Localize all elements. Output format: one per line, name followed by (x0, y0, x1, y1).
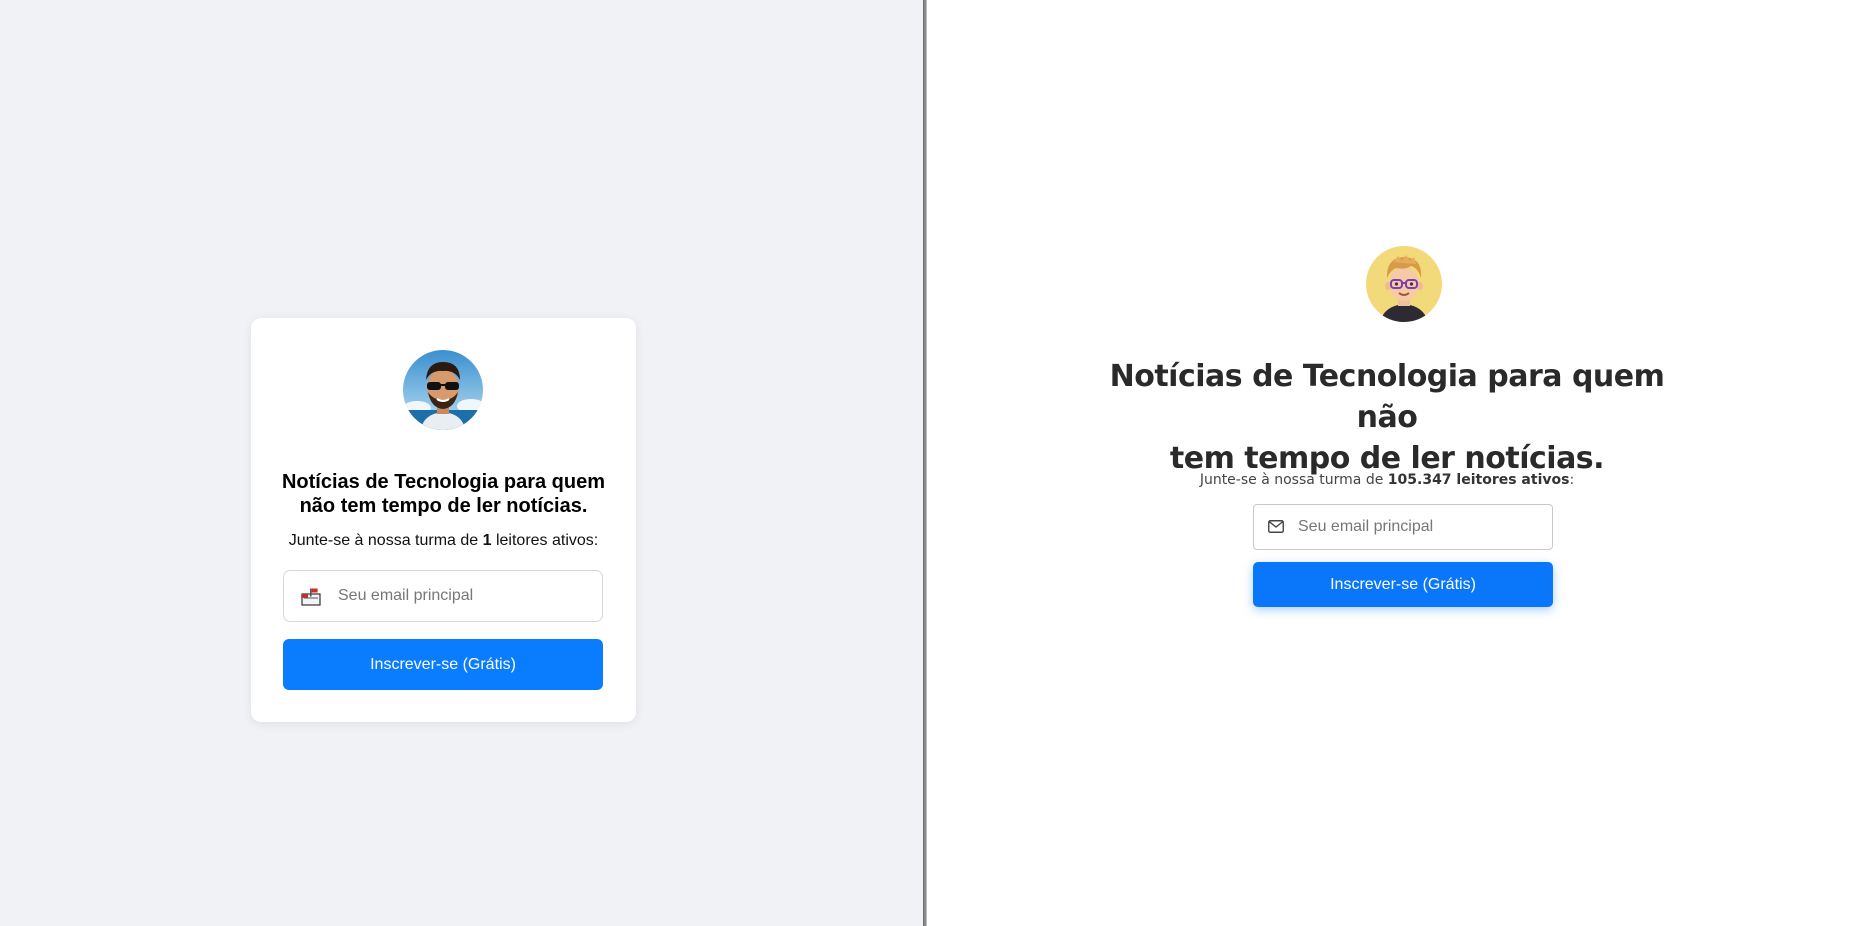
page-title: Notícias de Tecnologia para quem não tem… (281, 471, 606, 517)
envelope-icon (1268, 520, 1284, 533)
reader-count-text: Junte-se à nossa turma de 105.347 leitor… (1087, 472, 1687, 488)
subscribe-button[interactable]: Inscrever-se (Grátis) (1253, 562, 1553, 607)
title-line-2: tem tempo de ler notícias. (1169, 441, 1605, 476)
title-line-1: Notícias de Tecnologia para quem não (1109, 359, 1665, 435)
signup-card: Notícias de Tecnologia para quem não tem… (251, 318, 636, 722)
subtitle-suffix: leitores ativos: (491, 532, 599, 549)
comparison-stage: Notícias de Tecnologia para quem não tem… (0, 0, 1852, 926)
left-pane: Notícias de Tecnologia para quem não tem… (0, 0, 923, 926)
reader-count: 105.347 leitores ativos (1387, 472, 1570, 488)
email-input[interactable] (1298, 505, 1538, 549)
email-input[interactable] (338, 571, 588, 621)
reader-count-text: Junte-se à nossa turma de 1 leitores ati… (271, 532, 616, 550)
man-with-sunglasses-avatar-icon (403, 350, 483, 430)
right-pane: Notícias de Tecnologia para quem não tem … (927, 0, 1852, 926)
avatar (1366, 246, 1442, 322)
mailbox-icon (301, 588, 321, 606)
reader-count: 1 (482, 532, 492, 549)
email-field[interactable] (1253, 504, 1553, 550)
email-field[interactable] (283, 570, 603, 622)
subtitle-suffix: : (1569, 472, 1575, 488)
subtitle-prefix: Junte-se à nossa turma de (1199, 472, 1388, 488)
subscribe-button[interactable]: Inscrever-se (Grátis) (283, 639, 603, 690)
page-title: Notícias de Tecnologia para quem não tem … (1087, 356, 1687, 479)
cartoon-boy-with-glasses-avatar-icon (1366, 246, 1442, 322)
avatar (403, 350, 483, 430)
subtitle-prefix: Junte-se à nossa turma de (288, 532, 483, 549)
